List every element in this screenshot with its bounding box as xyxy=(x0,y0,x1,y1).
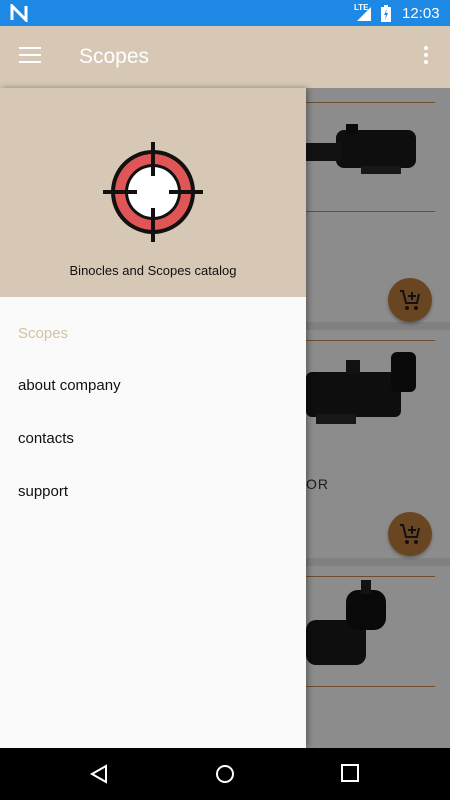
menu-icon[interactable] xyxy=(19,47,41,65)
n-logo-icon xyxy=(10,4,28,22)
back-icon[interactable] xyxy=(89,764,109,784)
signal-icon xyxy=(357,7,371,21)
drawer-item-about-company[interactable]: about company xyxy=(18,377,121,394)
page-title: Scopes xyxy=(79,45,150,68)
clock: 12:03 xyxy=(402,5,440,22)
drawer-item-support[interactable]: support xyxy=(18,483,68,500)
status-bar: LTE 12:03 xyxy=(0,0,450,26)
recents-icon[interactable] xyxy=(341,764,359,782)
drawer-item-scopes[interactable]: Scopes xyxy=(18,325,68,342)
system-navigation-bar xyxy=(0,748,450,800)
app-bar: Scopes xyxy=(0,26,450,88)
battery-icon xyxy=(381,5,391,22)
drawer-subtitle: Binocles and Scopes catalog xyxy=(69,263,237,278)
overflow-menu-icon[interactable] xyxy=(418,46,434,68)
drawer-item-contacts[interactable]: contacts xyxy=(18,430,74,447)
drawer-header: Binocles and Scopes catalog xyxy=(0,88,306,297)
navigation-drawer: Binocles and Scopes catalog Scopes about… xyxy=(0,88,306,748)
home-icon[interactable] xyxy=(215,764,235,784)
crosshair-logo-icon xyxy=(103,142,203,242)
